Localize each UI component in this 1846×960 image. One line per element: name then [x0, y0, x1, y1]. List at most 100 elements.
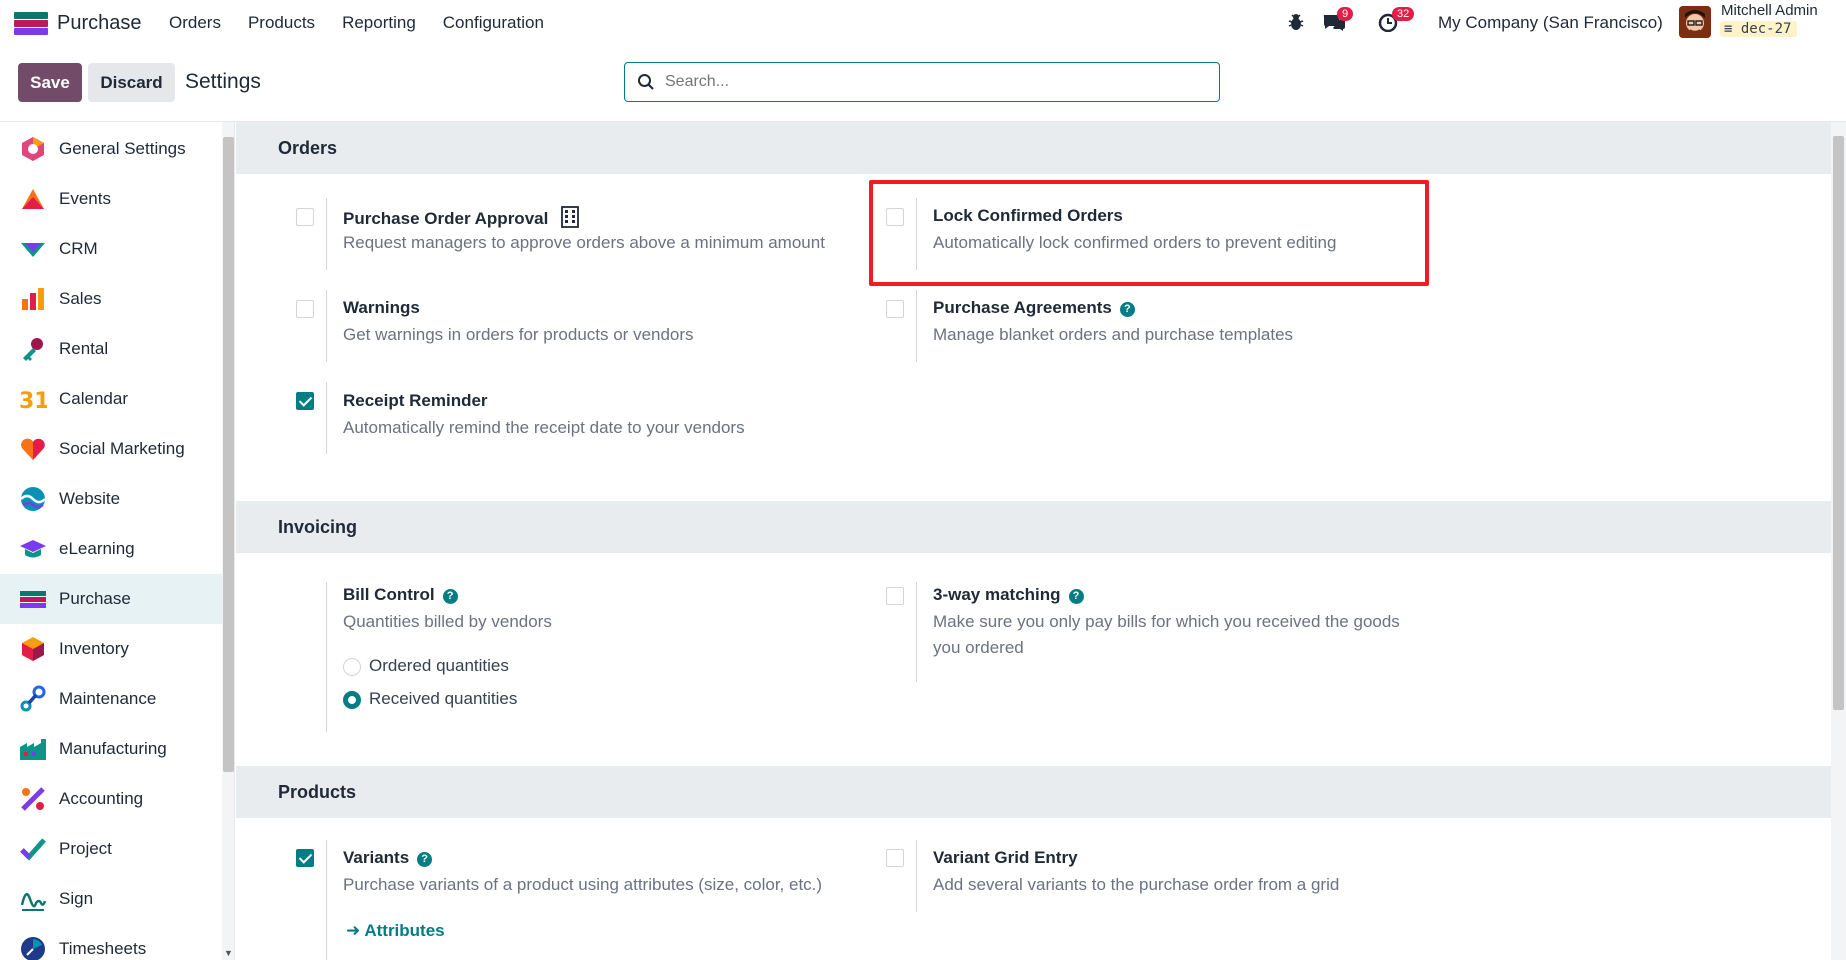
sidebar-item-timesheets[interactable]: Timesheets	[0, 924, 222, 960]
activities-clock-icon[interactable]: 32	[1378, 7, 1415, 37]
sidebar-item-sign[interactable]: Sign	[0, 874, 222, 924]
project-check-icon	[20, 838, 46, 861]
settings-sidebar: General Settings Events CRM Sales Rental…	[0, 122, 235, 960]
sidebar-item-label: Purchase	[59, 589, 131, 608]
section-header-invoicing: Invoicing	[236, 501, 1831, 553]
search-bar[interactable]	[624, 62, 1220, 102]
user-avatar[interactable]	[1679, 6, 1711, 38]
menu-configuration[interactable]: Configuration	[443, 13, 544, 33]
elearning-cap-icon	[20, 540, 46, 558]
variant-grid-entry-checkbox[interactable]	[886, 849, 904, 867]
sidebar-item-inventory[interactable]: Inventory	[0, 624, 222, 674]
received-quantities-radio[interactable]	[343, 691, 361, 709]
content-scroll-thumb[interactable]	[1833, 136, 1844, 710]
divider	[916, 290, 917, 362]
help-icon[interactable]: ?	[1068, 589, 1084, 604]
divider	[326, 290, 327, 362]
menu-reporting[interactable]: Reporting	[342, 13, 416, 33]
general-settings-icon	[22, 137, 44, 161]
sidebar-item-calendar[interactable]: 31 Calendar	[0, 374, 222, 424]
variant-grid-entry-description: Add several variants to the purchase ord…	[933, 875, 1340, 894]
sidebar-item-rental[interactable]: Rental	[0, 324, 222, 374]
search-input[interactable]	[665, 73, 1205, 91]
page-title: Settings	[185, 70, 261, 93]
sidebar-item-label: Events	[59, 189, 111, 208]
rental-key-icon	[23, 338, 43, 361]
help-icon[interactable]: ?	[417, 852, 433, 867]
section-header-orders: Orders	[236, 122, 1831, 174]
manufacturing-factory-icon	[20, 739, 46, 760]
receipt-reminder-description: Automatically remind the receipt date to…	[343, 418, 745, 437]
purchase-app-icon[interactable]	[14, 12, 48, 35]
receipt-reminder-checkbox[interactable]	[296, 392, 314, 410]
help-icon[interactable]: ?	[442, 589, 458, 604]
database-icon: ≡	[1724, 21, 1733, 37]
po-approval-description: Request managers to approve orders above…	[343, 233, 825, 252]
top-navbar: Purchase Orders Products Reporting Confi…	[0, 0, 1846, 46]
variants-checkbox[interactable]	[296, 849, 314, 867]
sidebar-item-label: eLearning	[59, 539, 135, 558]
sidebar-item-website[interactable]: Website	[0, 474, 222, 524]
calendar-icon: 31	[19, 389, 47, 413]
inventory-box-icon	[22, 637, 44, 661]
three-way-matching-description-line2: you ordered	[933, 638, 1024, 657]
sidebar-item-sales[interactable]: Sales	[0, 274, 222, 324]
menu-orders[interactable]: Orders	[169, 13, 221, 33]
content-scrollbar[interactable]	[1831, 122, 1846, 960]
sidebar-item-events[interactable]: Events	[0, 174, 222, 224]
sidebar-scroll-thumb[interactable]	[223, 137, 234, 772]
crm-icon	[21, 243, 45, 257]
sidebar-item-label: CRM	[59, 239, 98, 258]
timesheets-clock-icon	[21, 937, 45, 960]
sidebar-item-label: Social Marketing	[59, 439, 185, 458]
sales-icon	[22, 288, 44, 310]
svg-text:31: 31	[19, 389, 47, 413]
purchase-agreements-checkbox[interactable]	[886, 300, 904, 318]
warnings-description: Get warnings in orders for products or v…	[343, 325, 694, 344]
control-panel: Save Discard Settings	[0, 46, 1846, 122]
purchase-agreements-description: Manage blanket orders and purchase templ…	[933, 325, 1294, 344]
sidebar-item-project[interactable]: Project	[0, 824, 222, 874]
received-quantities-label[interactable]: Received quantities	[369, 689, 517, 709]
warnings-checkbox[interactable]	[296, 300, 314, 318]
save-button[interactable]: Save	[18, 63, 82, 102]
app-name[interactable]: Purchase	[57, 12, 142, 35]
sidebar-item-label: Rental	[59, 339, 109, 358]
sidebar-item-manufacturing[interactable]: Manufacturing	[0, 724, 222, 774]
menu-products[interactable]: Products	[248, 13, 315, 33]
discard-button[interactable]: Discard	[88, 63, 175, 102]
purchase-agreements-title: Purchase Agreements?	[933, 298, 1135, 318]
divider	[916, 582, 917, 682]
divider	[326, 198, 327, 270]
sidebar-item-maintenance[interactable]: Maintenance	[0, 674, 222, 724]
messages-icon[interactable]: 9	[1322, 7, 1354, 37]
po-approval-checkbox[interactable]	[296, 208, 314, 226]
user-name[interactable]: Mitchell Admin	[1721, 2, 1818, 19]
ordered-quantities-radio[interactable]	[343, 658, 361, 676]
three-way-matching-checkbox[interactable]	[886, 587, 904, 605]
bill-control-title: Bill Control?	[343, 585, 458, 605]
database-tag: ≡ dec-27	[1720, 21, 1798, 37]
sidebar-item-accounting[interactable]: Accounting	[0, 774, 222, 824]
sidebar-item-label: Project	[59, 839, 112, 858]
section-header-products: Products	[236, 766, 1831, 818]
help-icon[interactable]: ?	[1119, 302, 1135, 317]
sidebar-item-purchase[interactable]: Purchase	[0, 574, 222, 624]
scroll-down-arrow-icon[interactable]: ▼	[224, 948, 233, 958]
sidebar-item-elearning[interactable]: eLearning	[0, 524, 222, 574]
sidebar-item-general-settings[interactable]: General Settings	[0, 124, 222, 174]
activities-badge: 32	[1392, 7, 1415, 21]
social-marketing-heart-icon	[21, 438, 45, 460]
attributes-link[interactable]: ➜ Attributes	[346, 921, 445, 941]
company-switcher[interactable]: My Company (San Francisco)	[1438, 13, 1663, 33]
company-building-icon	[561, 206, 579, 228]
sign-signature-icon	[20, 892, 47, 911]
sidebar-item-social-marketing[interactable]: Social Marketing	[0, 424, 222, 474]
sidebar-scrollbar[interactable]: ▼	[222, 122, 234, 960]
sidebar-item-label: Website	[59, 489, 121, 508]
sidebar-item-label: Sales	[59, 289, 102, 308]
ordered-quantities-label[interactable]: Ordered quantities	[369, 656, 509, 676]
sidebar-item-crm[interactable]: CRM	[0, 224, 222, 274]
database-name: dec-27	[1740, 21, 1792, 37]
debug-bug-icon[interactable]	[1287, 12, 1305, 37]
